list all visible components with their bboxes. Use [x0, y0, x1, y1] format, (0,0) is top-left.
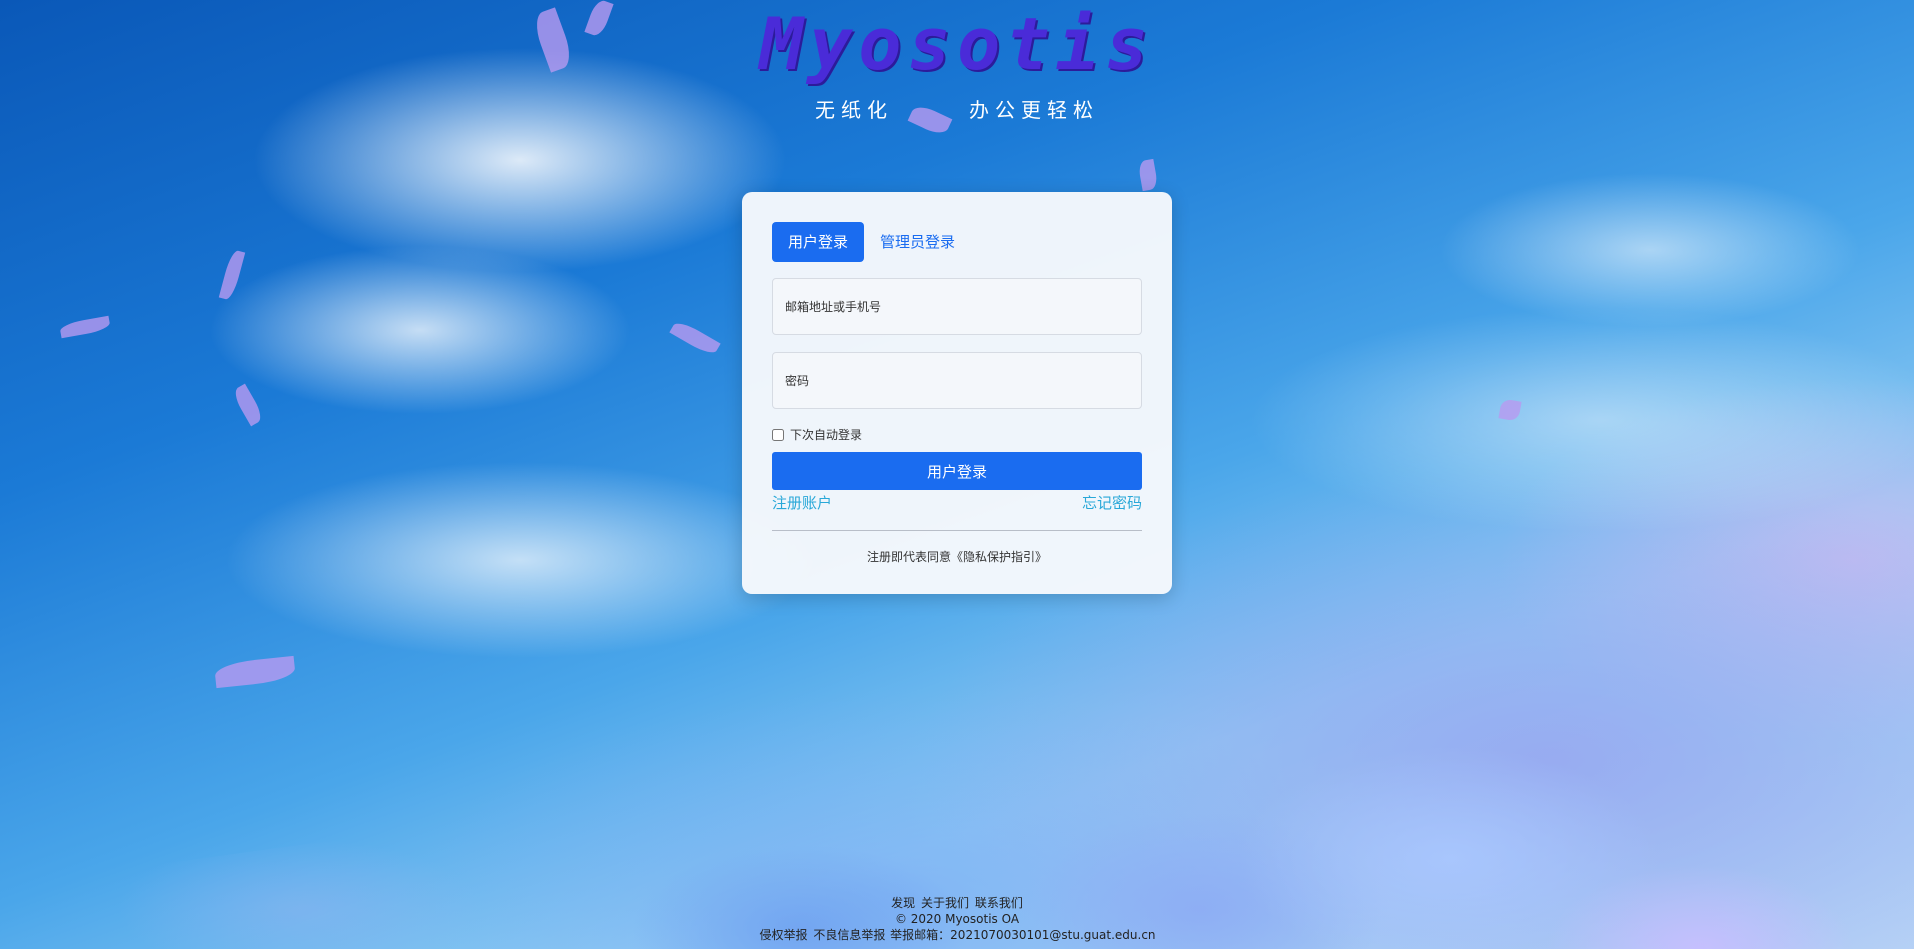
petal-decoration	[218, 249, 246, 301]
petal-decoration	[1137, 158, 1159, 192]
brand-header: Myosotis 无纸化 办公更轻松	[0, 0, 1914, 123]
brand-slogan: 无纸化 办公更轻松	[0, 94, 1914, 123]
petal-decoration	[669, 318, 721, 358]
petal-decoration	[213, 655, 297, 689]
footer-link-contact[interactable]: 联系我们	[975, 896, 1023, 910]
footer-link-about[interactable]: 关于我们	[921, 896, 969, 910]
password-input[interactable]	[772, 352, 1142, 409]
login-button[interactable]: 用户登录	[772, 452, 1142, 490]
tab-admin-login[interactable]: 管理员登录	[864, 222, 971, 262]
login-tabs: 用户登录 管理员登录	[772, 222, 971, 262]
slogan-right: 办公更轻松	[969, 98, 1099, 122]
footer-links: 发现 关于我们 联系我们	[0, 895, 1914, 911]
footer-link-discover[interactable]: 发现	[891, 896, 915, 910]
remember-label: 下次自动登录	[790, 428, 863, 442]
bad-info-report-link[interactable]: 不良信息举报	[813, 928, 885, 942]
report-email-label: 举报邮箱：	[890, 928, 951, 942]
tab-user-login[interactable]: 用户登录	[772, 222, 865, 262]
remember-login[interactable]: 下次自动登录	[772, 426, 862, 443]
account-input[interactable]	[772, 278, 1142, 335]
privacy-agreement: 注册即代表同意《隐私保护指引》	[742, 548, 1172, 565]
report-info: 侵权举报 不良信息举报 举报邮箱：2021070030101@stu.guat.…	[0, 927, 1914, 943]
page-footer: 发现 关于我们 联系我们 © 2020 Myosotis OA 侵权举报 不良信…	[0, 895, 1914, 943]
petal-decoration	[59, 315, 111, 339]
petal-decoration	[1498, 398, 1522, 422]
copyright: © 2020 Myosotis OA	[894, 912, 1020, 926]
infringement-report-link[interactable]: 侵权举报	[759, 928, 807, 942]
register-link[interactable]: 注册账户	[772, 492, 832, 513]
agreement-text: 注册即代表同意	[866, 550, 951, 564]
slogan-left: 无纸化	[815, 98, 893, 122]
report-email: 2021070030101@stu.guat.edu.cn	[950, 928, 1156, 942]
privacy-guide-link[interactable]: 《隐私保护指引》	[951, 550, 1047, 564]
brand-title: Myosotis	[759, 2, 1155, 86]
remember-checkbox[interactable]	[772, 428, 784, 441]
petal-decoration	[231, 383, 265, 427]
forgot-password-link[interactable]: 忘记密码	[1082, 492, 1142, 513]
divider	[772, 530, 1142, 531]
login-card: 用户登录 管理员登录 下次自动登录 用户登录 注册账户 忘记密码 注册即代表同意…	[742, 192, 1172, 594]
